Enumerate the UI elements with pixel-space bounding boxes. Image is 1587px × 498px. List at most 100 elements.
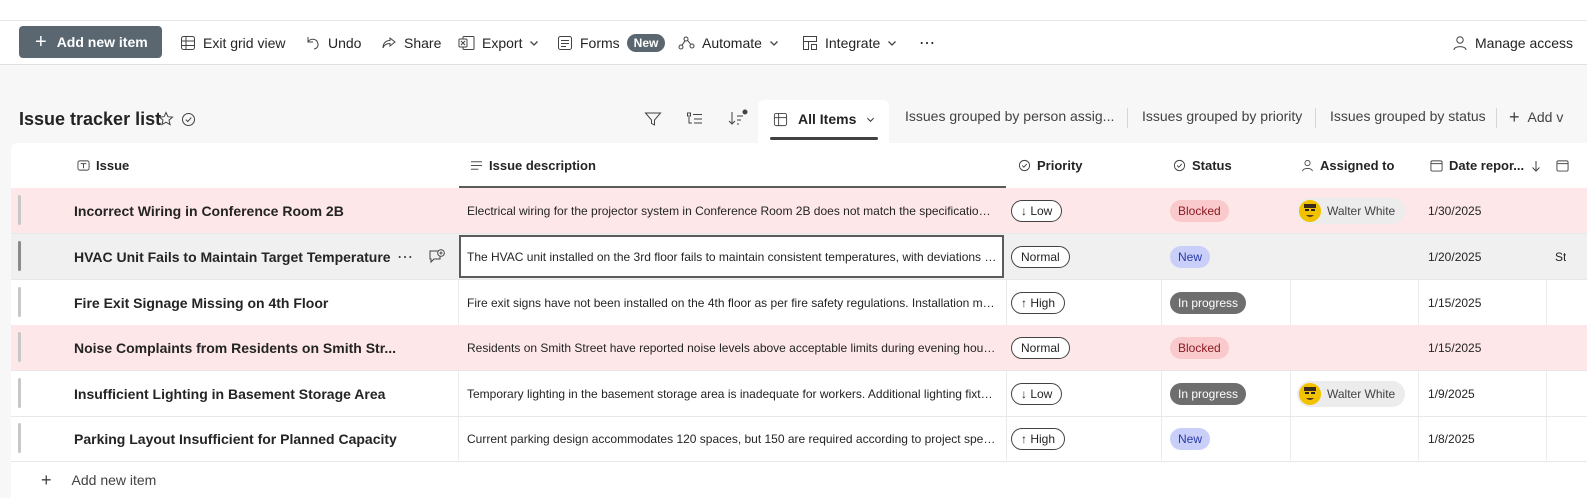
tab-grouped-by-person[interactable]: Issues grouped by person assig... — [905, 108, 1114, 124]
tab-divider — [1496, 108, 1497, 128]
priority-cell[interactable]: ↓ Low — [1011, 371, 1063, 416]
date-reported[interactable]: 1/9/2025 — [1428, 371, 1475, 416]
avatar — [1299, 199, 1321, 222]
row-selector[interactable] — [18, 195, 21, 225]
add-new-item-row[interactable]: + Add new item — [41, 471, 156, 489]
person-chip[interactable]: Walter White — [1297, 380, 1406, 407]
priority-cell[interactable]: Normal — [1011, 234, 1070, 279]
status-cell[interactable]: Blocked — [1170, 325, 1229, 370]
assigned-cell[interactable]: Walter White — [1297, 188, 1406, 233]
issue-description-text: The HVAC unit installed on the 3rd floor… — [467, 249, 997, 264]
add-new-item-button[interactable]: + Add new item — [19, 26, 162, 58]
grid-icon — [773, 112, 788, 126]
column-header-priority[interactable]: Priority — [1018, 143, 1083, 188]
person-chip[interactable]: Walter White — [1297, 197, 1406, 224]
date-reported[interactable]: 1/30/2025 — [1428, 188, 1481, 233]
excel-icon — [458, 35, 475, 50]
choice-icon — [1173, 159, 1186, 172]
priority-cell[interactable]: ↑ High — [1011, 280, 1066, 325]
truncated-cell[interactable]: St — [1555, 234, 1566, 279]
table-row[interactable]: Noise Complaints from Residents on Smith… — [11, 325, 1587, 371]
exit-grid-view-button[interactable]: Exit grid view — [180, 21, 285, 64]
comment-add-icon[interactable] — [428, 234, 446, 279]
undo-button[interactable]: Undo — [305, 21, 361, 64]
plus-icon: + — [35, 31, 47, 53]
issue-title[interactable]: Noise Complaints from Residents on Smith… — [74, 325, 454, 370]
status-cell[interactable]: Blocked — [1170, 188, 1229, 233]
automate-label: Automate — [702, 34, 762, 51]
table-row[interactable]: Parking Layout Insufficient for Planned … — [11, 416, 1587, 462]
star-icon[interactable] — [158, 111, 174, 132]
column-header-status[interactable]: Status — [1173, 143, 1232, 188]
share-label: Share — [404, 34, 442, 51]
chevron-down-icon — [888, 40, 897, 46]
forms-button[interactable]: Forms New — [557, 21, 666, 64]
plus-icon: + — [41, 470, 52, 490]
share-button[interactable]: Share — [381, 21, 441, 64]
filter-icon[interactable] — [644, 111, 662, 132]
manage-access-button[interactable]: Manage access — [1452, 21, 1573, 64]
chevron-down-icon — [867, 117, 875, 122]
status-badge: In progress — [1170, 382, 1247, 405]
issue-description-text: Current parking design accommodates 120 … — [467, 431, 997, 446]
issue-description[interactable]: Electrical wiring for the projector syst… — [467, 188, 1004, 233]
issue-title[interactable]: Incorrect Wiring in Conference Room 2B — [74, 188, 454, 233]
automate-button[interactable]: Automate — [678, 21, 779, 64]
table-row[interactable]: Incorrect Wiring in Conference Room 2B E… — [11, 188, 1587, 234]
issue-title[interactable]: HVAC Unit Fails to Maintain Target Tempe… — [74, 234, 394, 279]
export-button[interactable]: Export — [458, 21, 539, 64]
table-row[interactable]: HVAC Unit Fails to Maintain Target Tempe… — [11, 234, 1587, 280]
priority-cell[interactable]: ↑ High — [1011, 416, 1066, 461]
status-cell[interactable]: In progress — [1170, 280, 1247, 325]
page-title: Issue tracker list — [19, 109, 162, 129]
issue-title[interactable]: Parking Layout Insufficient for Planned … — [74, 416, 454, 461]
sort-icon[interactable] — [727, 109, 749, 132]
text-field-icon — [77, 160, 90, 171]
column-header-date-reported[interactable]: Date repor... — [1430, 143, 1542, 188]
person-icon — [1453, 35, 1467, 50]
row-selector[interactable] — [18, 332, 21, 362]
assigned-cell[interactable]: Walter White — [1297, 371, 1406, 416]
issue-description[interactable]: Temporary lighting in the basement stora… — [467, 371, 1004, 416]
date-reported[interactable]: 1/15/2025 — [1428, 325, 1481, 370]
integrate-icon — [803, 35, 817, 50]
issue-description[interactable]: Residents on Smith Street have reported … — [467, 325, 1004, 370]
issue-description[interactable]: Current parking design accommodates 120 … — [467, 416, 1004, 461]
row-selector[interactable] — [18, 378, 21, 408]
priority-cell[interactable]: ↓ Low — [1011, 188, 1063, 233]
row-selector[interactable] — [18, 287, 21, 317]
date-reported[interactable]: 1/15/2025 — [1428, 280, 1481, 325]
status-cell[interactable]: New — [1170, 416, 1211, 461]
table-row[interactable]: Insufficient Lighting in Basement Storag… — [11, 371, 1587, 417]
column-header-description[interactable]: Issue description — [470, 143, 596, 188]
priority-cell[interactable]: Normal — [1011, 325, 1070, 370]
integrate-button[interactable]: Integrate — [802, 21, 897, 64]
priority-pill: Normal — [1011, 245, 1070, 268]
top-band — [0, 0, 1587, 21]
issue-description[interactable]: The HVAC unit installed on the 3rd floor… — [459, 235, 1004, 278]
issue-description[interactable]: Fire exit signs have not been installed … — [467, 280, 1004, 325]
person-name: Walter White — [1327, 386, 1396, 401]
status-cell[interactable]: In progress — [1170, 371, 1247, 416]
table-row[interactable]: Fire Exit Signage Missing on 4th Floor F… — [11, 280, 1587, 326]
status-check-icon[interactable] — [181, 112, 196, 132]
date-reported[interactable]: 1/20/2025 — [1428, 234, 1481, 279]
status-cell[interactable]: New — [1170, 234, 1211, 279]
tab-all-items[interactable]: All Items — [758, 100, 889, 143]
more-icon[interactable]: ⋯ — [397, 234, 413, 279]
column-header-issue-label: Issue — [96, 158, 130, 173]
issue-title[interactable]: Insufficient Lighting in Basement Storag… — [74, 371, 454, 416]
row-selector[interactable] — [18, 423, 21, 453]
row-selector[interactable] — [18, 241, 21, 271]
more-options-button[interactable]: ⋯ — [919, 21, 935, 64]
column-header-assigned-to[interactable]: Assigned to — [1301, 143, 1394, 188]
issue-title[interactable]: Fire Exit Signage Missing on 4th Floor — [74, 280, 454, 325]
column-header-issue[interactable]: Issue — [77, 143, 129, 188]
tab-grouped-by-priority[interactable]: Issues grouped by priority — [1142, 108, 1302, 124]
calendar-icon — [1556, 159, 1569, 177]
group-by-icon[interactable] — [686, 111, 704, 132]
tab-grouped-by-status[interactable]: Issues grouped by status — [1330, 108, 1486, 124]
export-label: Export — [482, 34, 523, 51]
date-reported[interactable]: 1/8/2025 — [1428, 416, 1475, 461]
add-view-button[interactable]: + Add v — [1509, 108, 1563, 126]
